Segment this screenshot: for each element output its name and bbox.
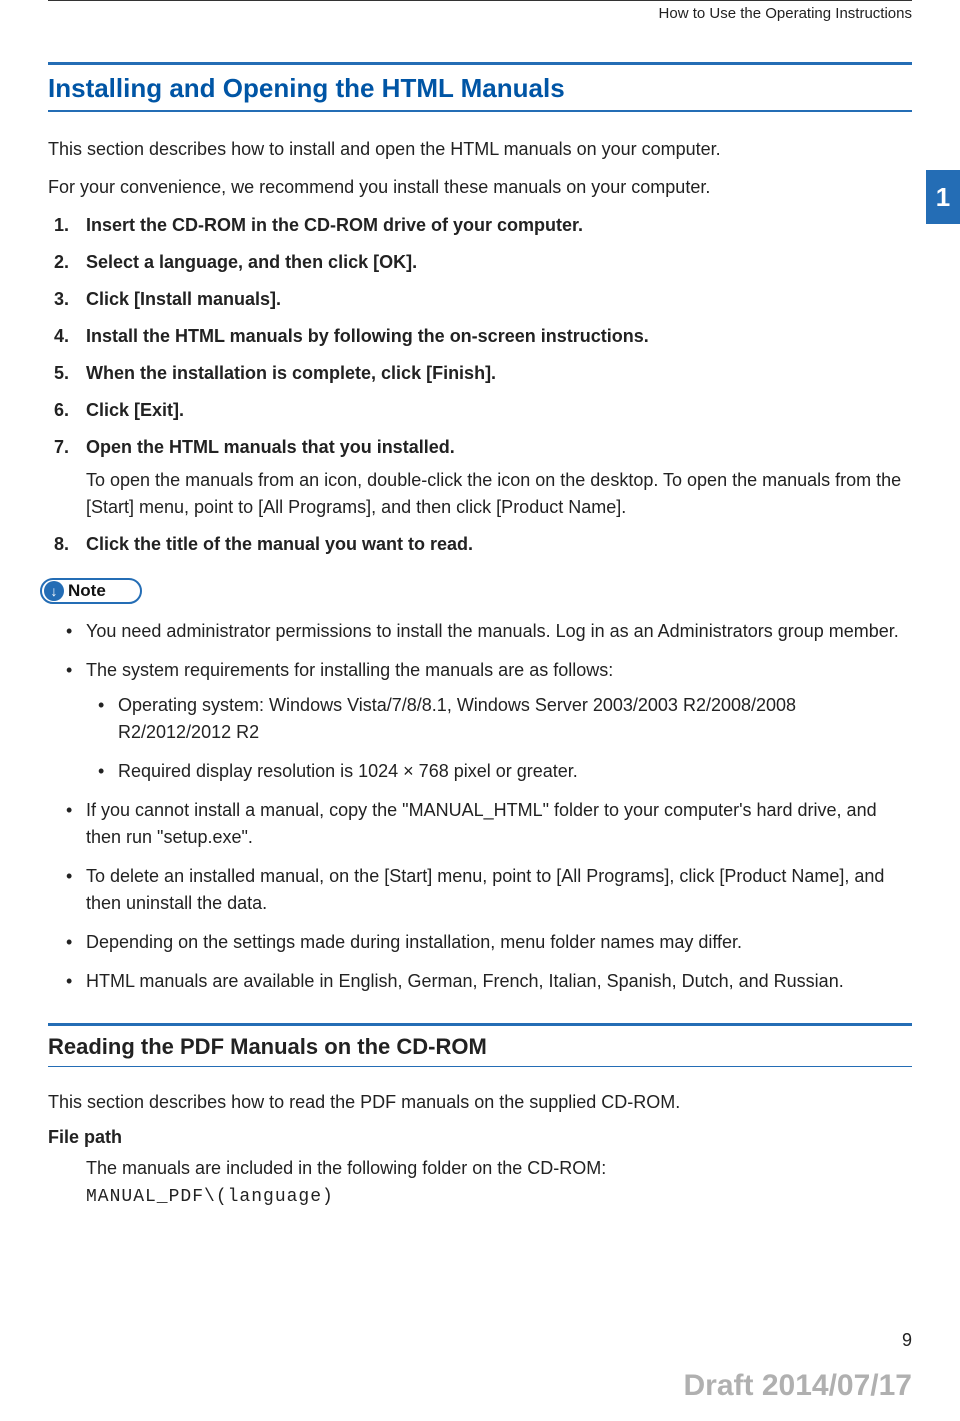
- note-subitem: Operating system: Windows Vista/7/8/8.1,…: [86, 692, 912, 746]
- step-text: Install the HTML manuals by following th…: [86, 326, 649, 346]
- note-label: Note: [68, 581, 106, 601]
- note-subtext: Required display resolution is 1024 × 76…: [118, 761, 578, 781]
- chapter-tab: 1: [926, 170, 960, 224]
- step-text: Open the HTML manuals that you installed…: [86, 437, 455, 457]
- note-text: The system requirements for installing t…: [86, 660, 613, 680]
- section-title-installing: Installing and Opening the HTML Manuals: [48, 62, 912, 112]
- draft-watermark: Draft 2014/07/17: [684, 1369, 913, 1403]
- note-subitem: Required display resolution is 1024 × 76…: [86, 758, 912, 785]
- filepath-value: MANUAL_PDF\(language): [86, 1183, 912, 1212]
- section-title-pdf: Reading the PDF Manuals on the CD-ROM: [48, 1023, 912, 1067]
- note-item: To delete an installed manual, on the [S…: [48, 863, 912, 917]
- note-text: You need administrator permissions to in…: [86, 621, 899, 641]
- note-text: If you cannot install a manual, copy the…: [86, 800, 877, 847]
- step-text: Click the title of the manual you want t…: [86, 534, 473, 554]
- intro-paragraph-1: This section describes how to install an…: [48, 136, 912, 162]
- step-item: Click [Exit].: [48, 397, 912, 424]
- step-subtext: To open the manuals from an icon, double…: [86, 467, 912, 521]
- install-steps-list: Insert the CD-ROM in the CD-ROM drive of…: [48, 212, 912, 558]
- step-text: Click [Exit].: [86, 400, 184, 420]
- note-item: If you cannot install a manual, copy the…: [48, 797, 912, 851]
- notes-list: You need administrator permissions to in…: [48, 618, 912, 995]
- step-text: Select a language, and then click [OK].: [86, 252, 417, 272]
- step-item: Open the HTML manuals that you installed…: [48, 434, 912, 521]
- header-breadcrumb: How to Use the Operating Instructions: [0, 5, 960, 62]
- page-number: 9: [902, 1330, 912, 1351]
- note-text: To delete an installed manual, on the [S…: [86, 866, 884, 913]
- step-item: Select a language, and then click [OK].: [48, 249, 912, 276]
- intro-paragraph-2: For your convenience, we recommend you i…: [48, 174, 912, 200]
- step-text: Insert the CD-ROM in the CD-ROM drive of…: [86, 215, 583, 235]
- note-item: HTML manuals are available in English, G…: [48, 968, 912, 995]
- note-badge: ↓ Note: [40, 578, 142, 604]
- step-item: Insert the CD-ROM in the CD-ROM drive of…: [48, 212, 912, 239]
- note-text: HTML manuals are available in English, G…: [86, 971, 844, 991]
- notes-sublist: Operating system: Windows Vista/7/8/8.1,…: [86, 692, 912, 785]
- step-text: When the installation is complete, click…: [86, 363, 496, 383]
- step-text: Click [Install manuals].: [86, 289, 281, 309]
- step-item: When the installation is complete, click…: [48, 360, 912, 387]
- filepath-desc: The manuals are included in the followin…: [86, 1154, 912, 1183]
- step-item: Click the title of the manual you want t…: [48, 531, 912, 558]
- pdf-intro: This section describes how to read the P…: [48, 1089, 912, 1115]
- note-text: Depending on the settings made during in…: [86, 932, 742, 952]
- note-item: Depending on the settings made during in…: [48, 929, 912, 956]
- note-item: You need administrator permissions to in…: [48, 618, 912, 645]
- step-item: Click [Install manuals].: [48, 286, 912, 313]
- note-subtext: Operating system: Windows Vista/7/8/8.1,…: [118, 695, 796, 742]
- filepath-label: File path: [48, 1127, 912, 1148]
- note-item: The system requirements for installing t…: [48, 657, 912, 785]
- down-arrow-icon: ↓: [44, 581, 64, 601]
- step-item: Install the HTML manuals by following th…: [48, 323, 912, 350]
